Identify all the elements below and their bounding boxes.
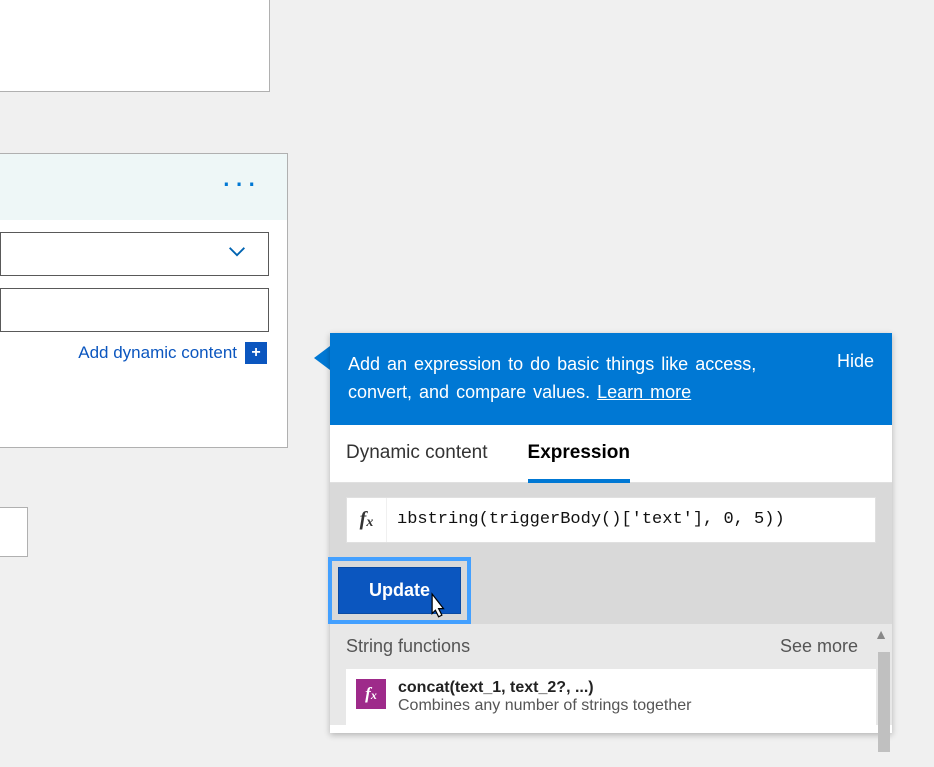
tab-bar: Dynamic content Expression: [330, 425, 892, 483]
update-highlight: Update: [328, 557, 471, 624]
add-dynamic-content-label: Add dynamic content: [78, 343, 237, 363]
dropdown-field[interactable]: [0, 232, 269, 276]
tab-expression[interactable]: Expression: [528, 425, 630, 482]
text-input-field[interactable]: [0, 288, 269, 332]
learn-more-link[interactable]: Learn more: [597, 382, 691, 402]
card-fragment-top: [0, 0, 270, 92]
functions-header: String functions See more: [330, 624, 892, 669]
action-card-header: ···: [0, 154, 287, 220]
function-item[interactable]: fx concat(text_1, text_2?, ...) Combines…: [346, 669, 876, 725]
more-icon[interactable]: ···: [221, 172, 259, 192]
fx-icon: fx: [356, 679, 386, 709]
see-more-link[interactable]: See more: [780, 636, 858, 657]
function-title: concat(text_1, text_2?, ...): [398, 679, 691, 697]
scroll-up-icon[interactable]: ▲: [874, 626, 888, 642]
update-row: Update: [330, 557, 892, 624]
function-text: concat(text_1, text_2?, ...) Combines an…: [398, 679, 691, 715]
expression-input[interactable]: [387, 498, 875, 542]
function-description: Combines any number of strings together: [398, 697, 691, 715]
action-card: ··· Add dynamic content +: [0, 153, 288, 448]
expression-area: fx: [330, 483, 892, 557]
action-card-body: Add dynamic content +: [0, 220, 287, 364]
callout-arrow-icon: [314, 346, 330, 370]
hide-button[interactable]: Hide: [837, 351, 874, 372]
expression-input-row: fx: [346, 497, 876, 543]
functions-section-title: String functions: [346, 636, 470, 657]
panel-header-description: Add an expression to do basic things lik…: [348, 354, 756, 402]
add-dynamic-content-link[interactable]: Add dynamic content +: [0, 342, 269, 364]
panel-header: Add an expression to do basic things lik…: [330, 333, 892, 425]
chevron-down-icon: [226, 241, 248, 268]
panel-header-text: Add an expression to do basic things lik…: [348, 351, 778, 407]
plus-icon: +: [245, 342, 267, 364]
fx-icon: fx: [347, 498, 387, 542]
functions-section: ▲ String functions See more fx concat(te…: [330, 624, 892, 725]
expression-panel: Add an expression to do basic things lik…: [330, 333, 892, 733]
card-fragment-bottom: [0, 507, 28, 557]
scrollbar-thumb[interactable]: [878, 652, 890, 752]
update-button[interactable]: Update: [338, 567, 461, 614]
tab-dynamic-content[interactable]: Dynamic content: [346, 425, 488, 482]
